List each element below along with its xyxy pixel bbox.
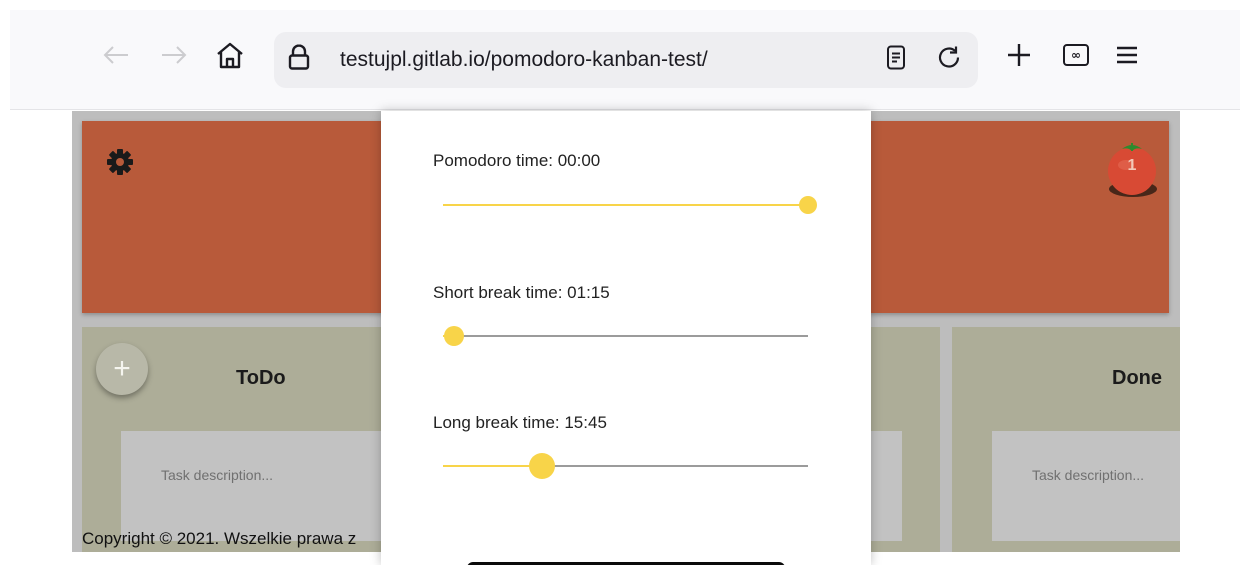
settings-modal: Pomodoro time: 00:00 Short break time: 0…: [381, 111, 871, 565]
tab-counter-icon[interactable]: ∞: [1062, 43, 1090, 67]
slider-thumb[interactable]: [529, 453, 555, 479]
svg-text:∞: ∞: [1071, 48, 1081, 62]
pomodoro-time-label: Pomodoro time: 00:00: [433, 151, 601, 170]
forward-arrow-icon[interactable]: [160, 44, 188, 66]
menu-icon[interactable]: [1115, 45, 1139, 65]
gear-icon[interactable]: [106, 148, 134, 181]
browser-toolbar: testujpl.gitlab.io/pomodoro-kanban-test/…: [10, 10, 1240, 110]
url-text[interactable]: testujpl.gitlab.io/pomodoro-kanban-test/: [340, 48, 708, 72]
task-description-placeholder: Task description...: [161, 467, 274, 483]
back-arrow-icon[interactable]: [102, 44, 130, 66]
lock-icon[interactable]: [288, 44, 310, 76]
slider-thumb[interactable]: [444, 326, 464, 346]
copyright-text: Copyright © 2021. Wszelkie prawa z: [82, 529, 357, 548]
task-description-placeholder: Task description...: [1032, 467, 1145, 483]
short-break-time-slider[interactable]: [443, 325, 808, 347]
add-task-button[interactable]: +: [96, 343, 148, 395]
url-bar[interactable]: testujpl.gitlab.io/pomodoro-kanban-test/: [274, 32, 978, 88]
short-break-time-label: Short break time: 01:15: [433, 283, 610, 302]
pomodoro-count-badge: 1: [1127, 157, 1137, 174]
reload-icon[interactable]: [936, 45, 962, 76]
home-icon[interactable]: [215, 41, 245, 69]
task-card[interactable]: Task description...: [992, 431, 1180, 541]
column-title-done: Done: [1112, 367, 1162, 389]
new-tab-icon[interactable]: [1006, 42, 1032, 68]
reader-view-icon[interactable]: [886, 45, 906, 76]
long-break-time-label: Long break time: 15:45: [433, 413, 607, 432]
column-title-todo: ToDo: [236, 367, 286, 389]
pomodoro-time-slider[interactable]: [443, 194, 817, 216]
slider-thumb[interactable]: [799, 196, 817, 214]
long-break-time-slider[interactable]: [443, 453, 808, 479]
